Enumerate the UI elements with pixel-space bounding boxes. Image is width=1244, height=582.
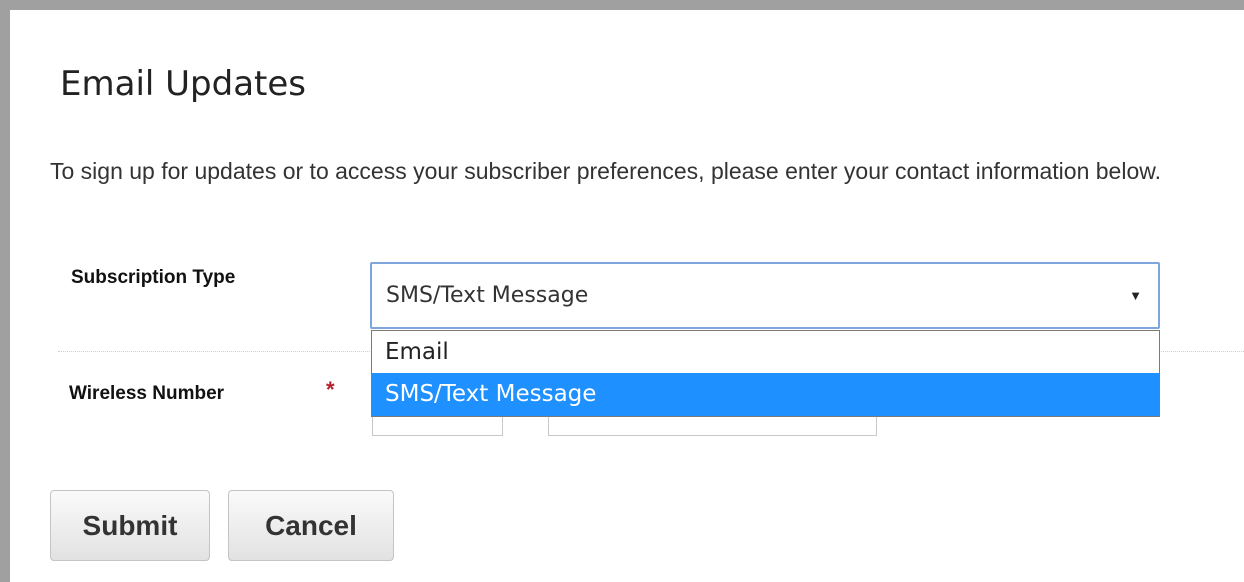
subscription-type-dropdown: Email SMS/Text Message (371, 330, 1160, 417)
cancel-button[interactable]: Cancel (228, 490, 394, 561)
intro-text: To sign up for updates or to access your… (50, 158, 1161, 184)
option-sms-text-message[interactable]: SMS/Text Message (372, 373, 1159, 416)
subscription-type-label: Subscription Type (71, 267, 236, 288)
page-title: Email Updates (60, 64, 306, 104)
caret-down-icon: ▼ (1129, 288, 1142, 303)
required-indicator: * (326, 377, 335, 402)
wireless-number-label: Wireless Number (69, 383, 225, 404)
subscription-type-value: SMS/Text Message (386, 283, 589, 308)
submit-button[interactable]: Submit (50, 490, 210, 561)
subscription-type-select[interactable]: SMS/Text Message ▼ (370, 262, 1160, 329)
page-frame: Email Updates To sign up for updates or … (0, 0, 1244, 582)
option-email[interactable]: Email (372, 331, 1159, 373)
